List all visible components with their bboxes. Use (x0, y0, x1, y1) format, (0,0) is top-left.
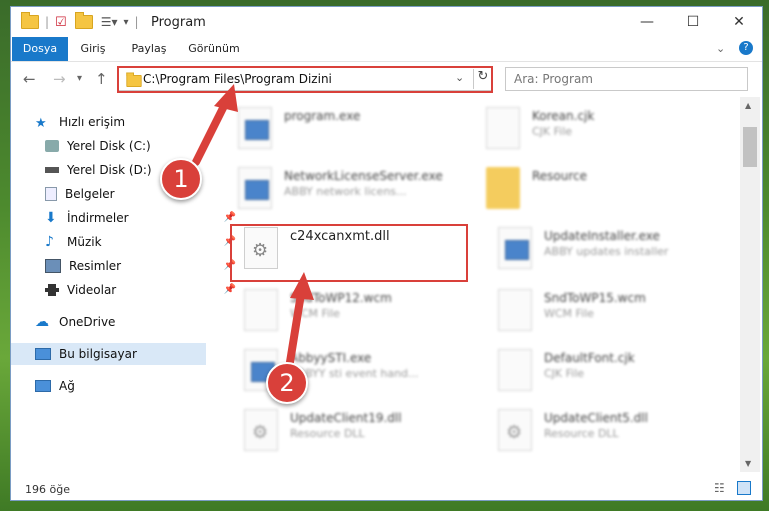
arrow-1-shaft (192, 98, 230, 166)
step-2-badge: 2 (266, 362, 308, 404)
arrow-2-head (290, 272, 314, 300)
arrow-1-head (214, 84, 238, 112)
arrow-2-shaft (286, 290, 305, 366)
annotation-arrows (192, 84, 314, 366)
step-1-badge: 1 (160, 158, 202, 200)
